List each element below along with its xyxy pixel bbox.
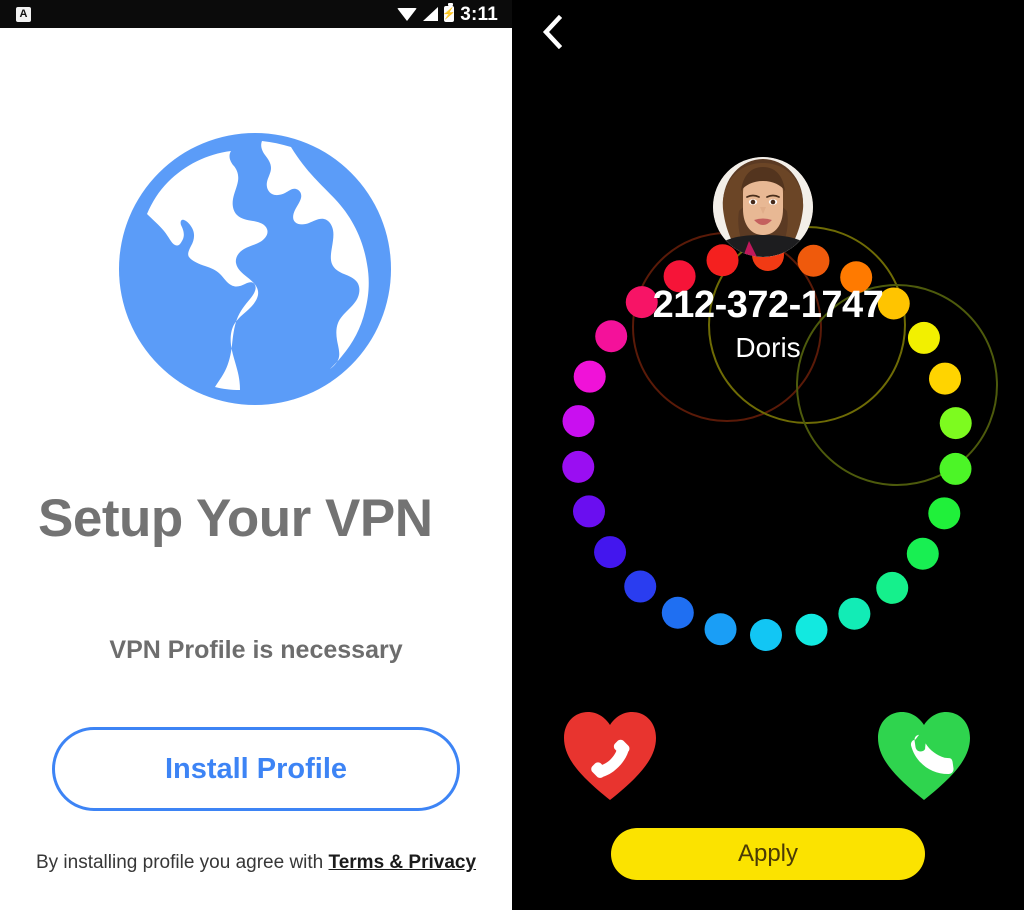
globe-icon [119,133,391,405]
phone-screenshot: A ⚡ 3:11 Setup Your VPN VPN Profile is n… [0,0,1024,910]
back-button[interactable] [530,10,574,54]
apply-button[interactable]: Apply [611,828,925,880]
signal-bars-icon [423,7,439,21]
app-notification-icon-letter: A [19,7,28,20]
app-notification-icon: A [16,6,31,22]
accept-call-button[interactable] [876,710,972,802]
caller-number: 212-372-1747 [652,284,884,326]
page-subtitle: VPN Profile is necessary [109,636,403,664]
status-bar: A ⚡ 3:11 [0,0,512,28]
status-bar-clock: 3:11 [460,3,498,25]
status-bar-indicators: ⚡ 3:11 [397,3,504,25]
terms-disclaimer-text: By installing profile you agree with [35,852,329,873]
chevron-left-icon [542,15,562,49]
install-profile-button-label: Install Profile [164,752,348,785]
vpn-setup-panel: A ⚡ 3:11 Setup Your VPN VPN Profile is n… [0,0,512,910]
terms-and-privacy-link[interactable]: Terms & Privacy [329,852,477,873]
caller-avatar [713,157,813,257]
apply-button-label: Apply [737,840,799,867]
wifi-icon [397,7,418,21]
install-profile-button[interactable]: Install Profile [52,727,460,811]
terms-disclaimer: By installing profile you agree with Ter… [0,852,512,874]
caller-name: Doris [735,332,801,363]
battery-charging-icon: ⚡ [442,3,457,22]
page-title: Setup Your VPN [38,489,433,548]
decline-call-button[interactable] [562,710,658,802]
incoming-call-panel: 212-372-1747 Doris Apply [512,0,1024,910]
battery-bolt-icon: ⚡ [442,7,457,20]
